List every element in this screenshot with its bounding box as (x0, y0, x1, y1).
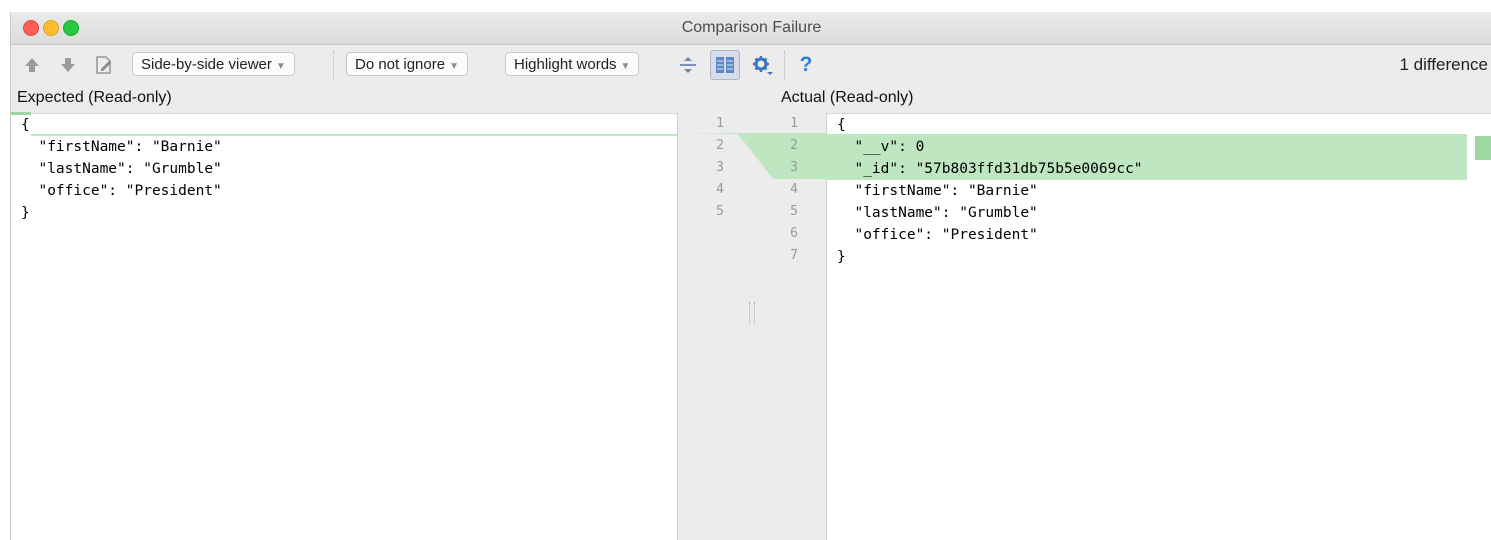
expected-line-2: "firstName": "Barnie" (21, 139, 222, 155)
diff-connector-shape (678, 133, 828, 179)
actual-line-4: "firstName": "Barnie" (837, 183, 1038, 199)
expected-line-3: "lastName": "Grumble" (21, 161, 222, 177)
ignore-mode-dropdown[interactable]: Do not ignore ▼ (346, 52, 468, 76)
chevron-down-icon: ▼ (449, 61, 459, 72)
expected-line-4: "office": "President" (21, 183, 222, 199)
actual-pane-header: Actual (Read-only) (781, 89, 914, 106)
actual-line-3: "_id": "57b803ffd31db75b5e0069cc" (837, 161, 1143, 177)
comparison-window: Comparison Failure Side-by-side viewer ▼ … (10, 12, 1491, 540)
actual-line-number: 4 (790, 182, 798, 197)
actual-line-number: 6 (790, 226, 798, 241)
diff-gutter[interactable]: 1 2 3 4 5 1 2 3 4 5 6 7 (677, 113, 828, 540)
expected-pane-header: Expected (Read-only) (17, 89, 172, 106)
edit-source-icon[interactable] (93, 54, 115, 76)
toolbar-separator (784, 51, 786, 79)
chevron-down-icon: ▼ (275, 61, 286, 72)
arrow-up-icon[interactable] (21, 54, 43, 76)
viewer-mode-dropdown[interactable]: Side-by-side viewer ▼ (132, 52, 295, 76)
settings-gear-icon[interactable] (751, 54, 773, 76)
actual-line-number: 3 (790, 160, 798, 175)
expected-line-number: 4 (716, 182, 724, 197)
highlight-mode-dropdown[interactable]: Highlight words ▼ (505, 52, 640, 76)
expected-line-number: 3 (716, 160, 724, 175)
highlight-mode-label: Highlight words (514, 56, 617, 73)
difference-count: 1 difference (1399, 55, 1488, 74)
window-title: Comparison Failure (681, 19, 822, 36)
help-icon[interactable]: ? (795, 54, 817, 76)
splitter-grip[interactable] (749, 302, 755, 324)
expected-editor-pane[interactable]: { "firstName": "Barnie" "lastName": "Gru… (11, 112, 677, 540)
actual-line-number: 5 (790, 204, 798, 219)
scrollbar-change-marker (1475, 136, 1491, 160)
collapse-unchanged-icon[interactable] (677, 54, 699, 76)
expected-line-number: 2 (716, 138, 724, 153)
chevron-down-icon: ▼ (620, 61, 631, 72)
actual-line-number: 1 (790, 116, 798, 131)
actual-line-5: "lastName": "Grumble" (837, 205, 1038, 221)
expected-line-5: } (21, 205, 30, 221)
toolbar-separator (333, 51, 335, 79)
viewer-mode-label: Side-by-side viewer (141, 56, 272, 73)
sync-scroll-icon[interactable] (710, 50, 740, 80)
actual-line-number: 2 (790, 138, 798, 153)
expected-line-number: 5 (716, 204, 724, 219)
arrow-down-icon[interactable] (57, 54, 79, 76)
actual-line-number: 7 (790, 248, 798, 263)
toolbar: Side-by-side viewer ▼ Do not ignore ▼ High… (11, 45, 1491, 85)
expected-line-1: { (21, 117, 30, 133)
expected-line-number: 1 (716, 116, 724, 131)
ignore-mode-label: Do not ignore (355, 56, 446, 73)
actual-line-2: "__v": 0 (837, 139, 925, 155)
title-bar: Comparison Failure (11, 12, 1491, 45)
actual-line-1: { (837, 117, 846, 133)
actual-editor-pane[interactable]: { "__v": 0 "_id": "57b803ffd31db75b5e006… (827, 113, 1491, 540)
actual-line-7: } (837, 249, 846, 265)
actual-line-6: "office": "President" (837, 227, 1038, 243)
